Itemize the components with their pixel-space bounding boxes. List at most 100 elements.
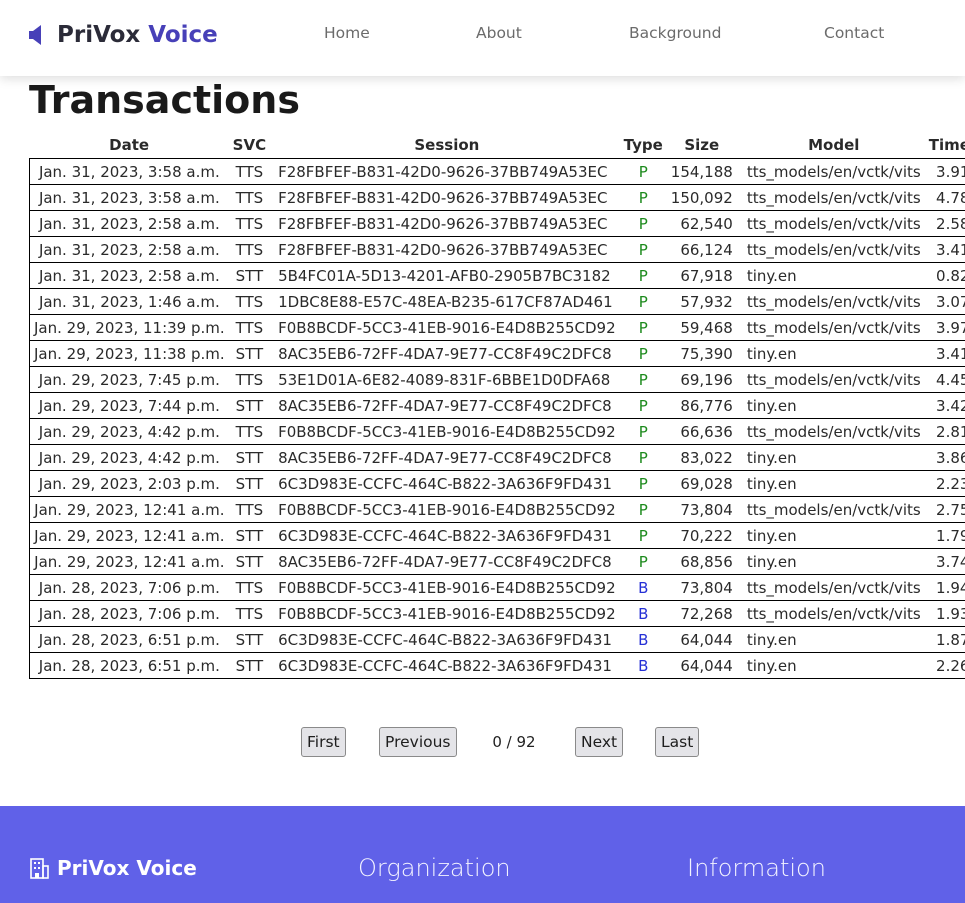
cell-model: tiny.en: [736, 470, 925, 497]
cell-session: 6C3D983E-CCFC-464C-B822-3A636F9FD431: [270, 522, 620, 549]
cell-svc: TTS: [228, 210, 271, 237]
cell-session: 8AC35EB6-72FF-4DA7-9E77-CC8F49C2DFC8: [270, 392, 620, 419]
cell-session: 53E1D01A-6E82-4089-831F-6BBE1D0DFA68: [270, 366, 620, 393]
cell-date: Jan. 29, 2023, 7:45 p.m.: [28, 366, 229, 393]
cell-session: 8AC35EB6-72FF-4DA7-9E77-CC8F49C2DFC8: [270, 548, 620, 575]
cell-session: F0B8BCDF-5CC3-41EB-9016-E4D8B255CD92: [270, 496, 620, 523]
cell-svc: STT: [228, 340, 271, 367]
cell-model: tts_models/en/vctk/vits: [736, 366, 925, 393]
cell-type: P: [619, 522, 667, 549]
cell-type: P: [619, 444, 667, 471]
cell-size: 70,222: [666, 522, 737, 549]
first-page-button[interactable]: First: [301, 727, 346, 757]
cell-svc: TTS: [228, 288, 271, 315]
cell-time: 3.42: [924, 392, 965, 419]
cell-type: P: [619, 496, 667, 523]
cell-session: 6C3D983E-CCFC-464C-B822-3A636F9FD431: [270, 626, 620, 653]
cell-type: B: [619, 600, 667, 627]
cell-date: Jan. 31, 2023, 3:58 a.m.: [28, 184, 229, 211]
cell-model: tiny.en: [736, 262, 925, 289]
cell-type: B: [619, 652, 667, 679]
cell-date: Jan. 29, 2023, 12:41 a.m.: [28, 496, 229, 523]
cell-time: 1.79: [924, 522, 965, 549]
nav-background[interactable]: Background: [629, 24, 721, 42]
cell-size: 83,022: [666, 444, 737, 471]
table-header-row: Date SVC Session Type Size Model Time: [30, 132, 965, 159]
cell-time: 2.23: [924, 470, 965, 497]
cell-date: Jan. 28, 2023, 6:51 p.m.: [28, 626, 229, 653]
cell-date: Jan. 29, 2023, 12:41 a.m.: [28, 548, 229, 575]
cell-time: 2.81: [924, 418, 965, 445]
cell-date: Jan. 29, 2023, 4:42 p.m.: [28, 418, 229, 445]
cell-type: P: [619, 262, 667, 289]
cell-type: P: [619, 236, 667, 263]
cell-size: 69,028: [666, 470, 737, 497]
cell-type: P: [619, 210, 667, 237]
cell-size: 75,390: [666, 340, 737, 367]
cell-svc: STT: [228, 262, 271, 289]
pagination: First Previous 0 / 92 Next Last: [0, 727, 965, 757]
cell-date: Jan. 29, 2023, 2:03 p.m.: [28, 470, 229, 497]
column-header-type: Type: [623, 136, 663, 154]
cell-model: tts_models/en/vctk/vits: [736, 236, 925, 263]
nav-about[interactable]: About: [476, 24, 522, 42]
cell-size: 62,540: [666, 210, 737, 237]
cell-model: tts_models/en/vctk/vits: [736, 158, 925, 185]
cell-time: 3.91: [924, 158, 965, 185]
cell-time: 1.87: [924, 626, 965, 653]
cell-svc: STT: [228, 392, 271, 419]
cell-model: tiny.en: [736, 444, 925, 471]
brand-logo[interactable]: PriVox Voice: [29, 20, 218, 50]
cell-type: P: [619, 548, 667, 575]
speaker-icon: [29, 25, 41, 45]
column-header-session: Session: [414, 136, 480, 154]
cell-size: 57,932: [666, 288, 737, 315]
cell-session: F0B8BCDF-5CC3-41EB-9016-E4D8B255CD92: [270, 418, 620, 445]
cell-type: P: [619, 340, 667, 367]
footer-brand[interactable]: PriVox Voice: [30, 856, 197, 880]
last-page-button[interactable]: Last: [655, 727, 700, 757]
cell-model: tts_models/en/vctk/vits: [736, 418, 925, 445]
site-header: PriVox Voice Home About Background Conta…: [0, 0, 965, 76]
cell-size: 73,804: [666, 496, 737, 523]
nav-home[interactable]: Home: [324, 24, 370, 42]
cell-date: Jan. 29, 2023, 11:39 p.m.: [28, 314, 229, 341]
cell-svc: TTS: [228, 574, 271, 601]
cell-session: 8AC35EB6-72FF-4DA7-9E77-CC8F49C2DFC8: [270, 340, 620, 367]
cell-svc: STT: [228, 444, 271, 471]
cell-model: tts_models/en/vctk/vits: [736, 496, 925, 523]
cell-model: tts_models/en/vctk/vits: [736, 314, 925, 341]
cell-model: tiny.en: [736, 626, 925, 653]
cell-size: 68,856: [666, 548, 737, 575]
table-row: Jan. 31, 2023, 3:58 a.m. TTS F28FBFEF-B831…: [28, 158, 965, 185]
table-row: Jan. 29, 2023, 12:41 a.m. TTS F0B8BCDF-5CC…: [28, 496, 965, 523]
cell-session: F0B8BCDF-5CC3-41EB-9016-E4D8B255CD92: [270, 314, 620, 341]
cell-size: 86,776: [666, 392, 737, 419]
cell-time: 4.45: [924, 366, 965, 393]
cell-size: 73,804: [666, 574, 737, 601]
cell-session: 6C3D983E-CCFC-464C-B822-3A636F9FD431: [270, 652, 620, 679]
cell-model: tts_models/en/vctk/vits: [736, 210, 925, 237]
cell-svc: TTS: [228, 366, 271, 393]
cell-session: F0B8BCDF-5CC3-41EB-9016-E4D8B255CD92: [270, 600, 620, 627]
cell-model: tts_models/en/vctk/vits: [736, 184, 925, 211]
cell-date: Jan. 28, 2023, 7:06 p.m.: [28, 574, 229, 601]
column-header-size: Size: [684, 136, 720, 154]
cell-size: 66,124: [666, 236, 737, 263]
cell-svc: STT: [228, 522, 271, 549]
table-row: Jan. 31, 2023, 2:58 a.m. TTS F28FBFEF-B831…: [28, 236, 965, 263]
cell-size: 66,636: [666, 418, 737, 445]
table-row: Jan. 29, 2023, 12:41 a.m. STT 6C3D983E-CCF…: [28, 522, 965, 549]
table-row: Jan. 29, 2023, 11:38 p.m. STT 8AC35EB6-72F…: [28, 340, 965, 367]
cell-svc: TTS: [228, 184, 271, 211]
table-row: Jan. 29, 2023, 11:39 p.m. TTS F0B8BCDF-5CC…: [28, 314, 965, 341]
next-page-button[interactable]: Next: [575, 727, 624, 757]
cell-date: Jan. 29, 2023, 12:41 a.m.: [28, 522, 229, 549]
cell-session: F28FBFEF-B831-42D0-9626-37BB749A53EC: [270, 210, 620, 237]
cell-time: 1.93: [924, 600, 965, 627]
previous-page-button[interactable]: Previous: [379, 727, 457, 757]
nav-contact[interactable]: Contact: [824, 24, 884, 42]
cell-date: Jan. 31, 2023, 2:58 a.m.: [28, 210, 229, 237]
transactions-table: Date SVC Session Type Size Model Time Ja…: [28, 132, 965, 679]
cell-size: 69,196: [666, 366, 737, 393]
